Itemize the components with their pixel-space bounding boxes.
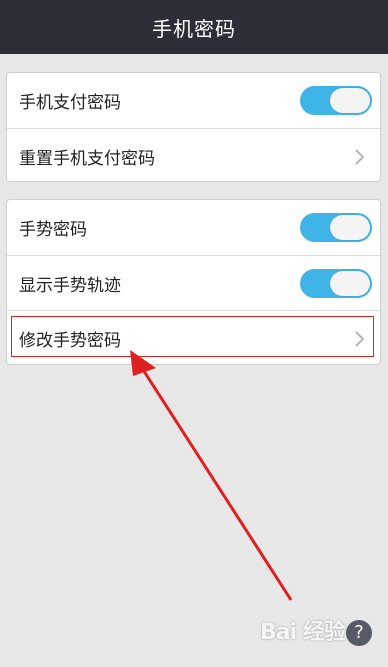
row-label: 修改手势密码 — [19, 330, 121, 351]
row-phone-payment-password[interactable]: 手机支付密码 — [7, 73, 380, 128]
phone-payment-password-toggle[interactable] — [300, 86, 372, 115]
row-label: 手势密码 — [19, 220, 87, 240]
row-label: 显示手势轨迹 — [19, 275, 121, 296]
help-icon[interactable]: ? — [346, 620, 372, 646]
gesture-password-toggle[interactable] — [300, 213, 372, 242]
page-title: 手机密码 — [152, 16, 236, 41]
toggle-knob — [330, 271, 370, 296]
toggle-knob — [330, 88, 370, 113]
watermark-text: Bai 经验 — [260, 620, 346, 645]
row-modify-gesture-password[interactable]: 修改手势密码 — [7, 310, 380, 365]
row-reset-payment-password[interactable]: 重置手机支付密码 — [7, 128, 380, 183]
row-label: 手机支付密码 — [19, 93, 121, 113]
row-gesture-password[interactable]: 手势密码 — [7, 200, 380, 255]
row-show-gesture-trail[interactable]: 显示手势轨迹 — [7, 255, 380, 310]
gesture-password-group: 手势密码 显示手势轨迹 修改手势密码 — [6, 199, 381, 365]
chevron-right-icon — [355, 331, 365, 347]
show-gesture-trail-toggle[interactable] — [300, 269, 372, 298]
payment-password-group: 手机支付密码 重置手机支付密码 — [6, 72, 381, 182]
top-bar: 手机密码 — [0, 0, 388, 54]
row-label: 重置手机支付密码 — [19, 148, 155, 169]
chevron-right-icon — [355, 149, 365, 165]
baidu-watermark: Bai 经验 ? — [260, 610, 380, 650]
toggle-knob — [330, 215, 370, 240]
